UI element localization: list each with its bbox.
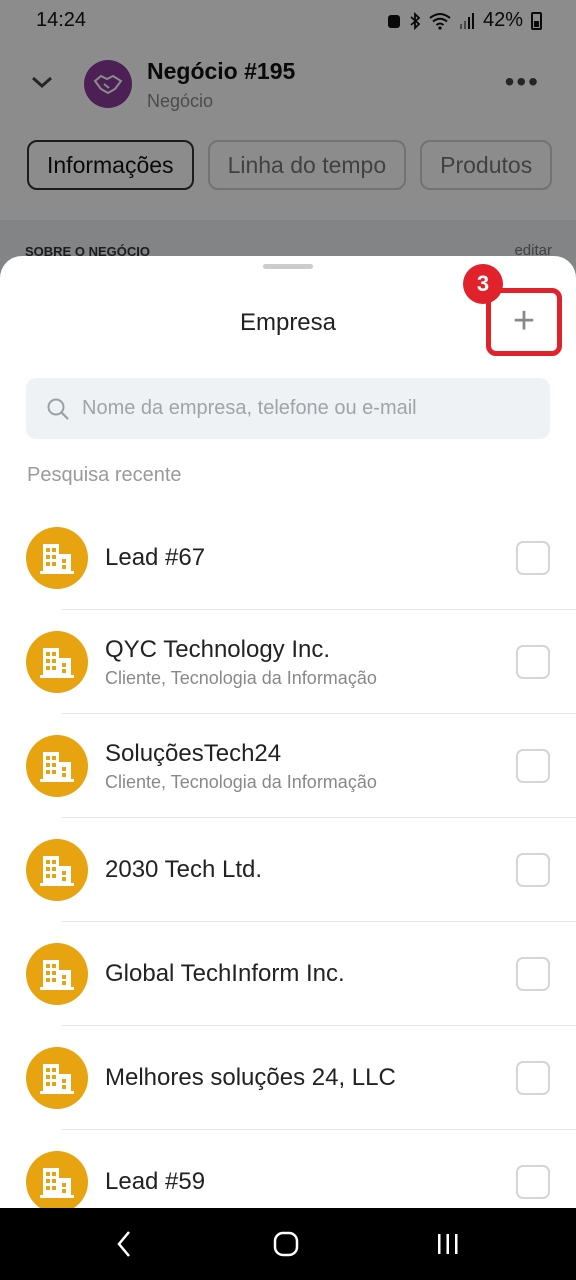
building-icon: [40, 752, 74, 782]
company-name: Melhores soluções 24, LLC: [105, 1064, 396, 1091]
overlay-scrim[interactable]: [0, 0, 576, 300]
company-avatar: [26, 631, 88, 693]
building-icon: [40, 648, 74, 678]
company-name: SoluçõesTech24: [105, 739, 282, 767]
company-name: QYC Technology Inc.: [105, 635, 331, 663]
row-text: SoluçõesTech24 Cliente, Tecnologia da In…: [105, 714, 377, 818]
recent-search-label: Pesquisa recente: [27, 464, 182, 486]
back-icon: [117, 1231, 130, 1257]
back-button[interactable]: [104, 1228, 144, 1260]
company-avatar: [26, 527, 88, 589]
building-icon: [40, 1168, 74, 1198]
recents-button[interactable]: [428, 1228, 468, 1260]
sheet-handle[interactable]: [263, 264, 313, 269]
home-button[interactable]: [266, 1228, 306, 1260]
select-checkbox[interactable]: [516, 645, 550, 679]
add-company-button[interactable]: +: [486, 288, 562, 356]
plus-icon: +: [512, 299, 536, 342]
building-icon: [40, 856, 74, 886]
company-name: Lead #59: [105, 1168, 206, 1195]
company-avatar: [26, 735, 88, 797]
list-item[interactable]: Global TechInform Inc.: [0, 922, 576, 1026]
company-name: Global TechInform Inc.: [105, 960, 345, 987]
select-checkbox[interactable]: [516, 541, 550, 575]
company-name: 2030 Tech Ltd.: [105, 856, 263, 883]
row-text: 2030 Tech Ltd.: [105, 818, 262, 922]
company-picker-sheet: Empresa + 3 Pesquisa recente Lead #67 QY…: [0, 256, 576, 1208]
company-name: Lead #67: [105, 544, 206, 571]
select-checkbox[interactable]: [516, 1061, 550, 1095]
building-icon: [40, 960, 74, 990]
company-avatar: [26, 1151, 88, 1208]
list-item[interactable]: Melhores soluções 24, LLC: [0, 1026, 576, 1130]
row-text: Global TechInform Inc.: [105, 922, 345, 1026]
list-item[interactable]: Lead #67: [0, 506, 576, 610]
row-text: Melhores soluções 24, LLC: [105, 1026, 396, 1130]
list-item[interactable]: QYC Technology Inc. Cliente, Tecnologia …: [0, 610, 576, 714]
select-checkbox[interactable]: [516, 957, 550, 991]
recents-icon: [438, 1234, 458, 1254]
company-list: Lead #67 QYC Technology Inc. Cliente, Te…: [0, 506, 576, 1208]
company-avatar: [26, 1047, 88, 1109]
building-icon: [40, 544, 74, 574]
company-avatar: [26, 943, 88, 1005]
row-text: Lead #67: [105, 506, 205, 610]
step-badge: 3: [463, 264, 503, 304]
home-icon: [273, 1231, 299, 1257]
list-item[interactable]: Lead #59: [0, 1130, 576, 1208]
select-checkbox[interactable]: [516, 853, 550, 887]
list-item[interactable]: 2030 Tech Ltd.: [0, 818, 576, 922]
company-avatar: [26, 839, 88, 901]
search-box: [26, 378, 550, 439]
search-input[interactable]: [82, 378, 534, 439]
building-icon: [40, 1064, 74, 1094]
company-details: Cliente, Tecnologia da Informação: [105, 667, 377, 688]
row-text: Lead #59: [105, 1130, 205, 1208]
select-checkbox[interactable]: [516, 749, 550, 783]
row-text: QYC Technology Inc. Cliente, Tecnologia …: [105, 610, 377, 714]
company-details: Cliente, Tecnologia da Informação: [105, 771, 377, 792]
list-item[interactable]: SoluçõesTech24 Cliente, Tecnologia da In…: [0, 714, 576, 818]
search-icon: [47, 398, 69, 420]
system-nav-bar: [0, 1208, 576, 1280]
select-checkbox[interactable]: [516, 1165, 550, 1199]
